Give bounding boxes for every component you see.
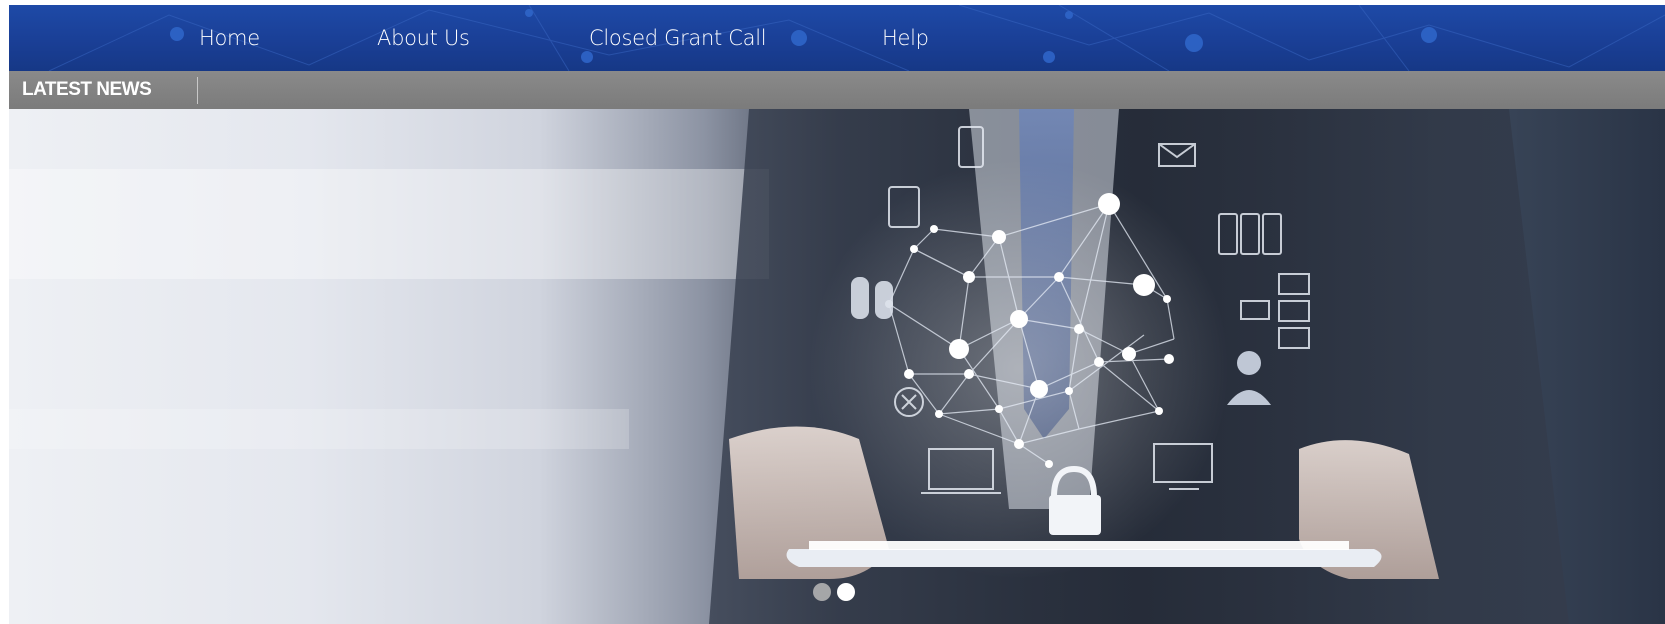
page-frame: Home About Us Closed Grant Call Help LAT… bbox=[9, 5, 1665, 624]
nav-about-us-label: About Us bbox=[377, 26, 470, 50]
ticker-divider bbox=[197, 77, 198, 104]
hero-image bbox=[9, 109, 1569, 624]
tablet-device bbox=[786, 549, 1382, 567]
slide-dot-1[interactable] bbox=[813, 583, 831, 601]
nav-about-us[interactable]: About Us bbox=[377, 23, 470, 53]
nav-closed-grant-call[interactable]: Closed Grant Call bbox=[589, 23, 767, 53]
nav-help-label: Help bbox=[882, 26, 929, 50]
slide-dot-2[interactable] bbox=[837, 583, 855, 601]
ticker-label: LATEST NEWS bbox=[22, 79, 152, 100]
nav-home[interactable]: Home bbox=[199, 23, 260, 53]
nav-home-label: Home bbox=[199, 26, 260, 50]
nav-closed-grant-call-label: Closed Grant Call bbox=[589, 26, 767, 50]
main-navbar: Home About Us Closed Grant Call Help bbox=[9, 5, 1665, 71]
nav-help[interactable]: Help bbox=[882, 23, 929, 53]
news-ticker: LATEST NEWS bbox=[9, 71, 1665, 109]
hero-banner bbox=[9, 109, 1665, 624]
